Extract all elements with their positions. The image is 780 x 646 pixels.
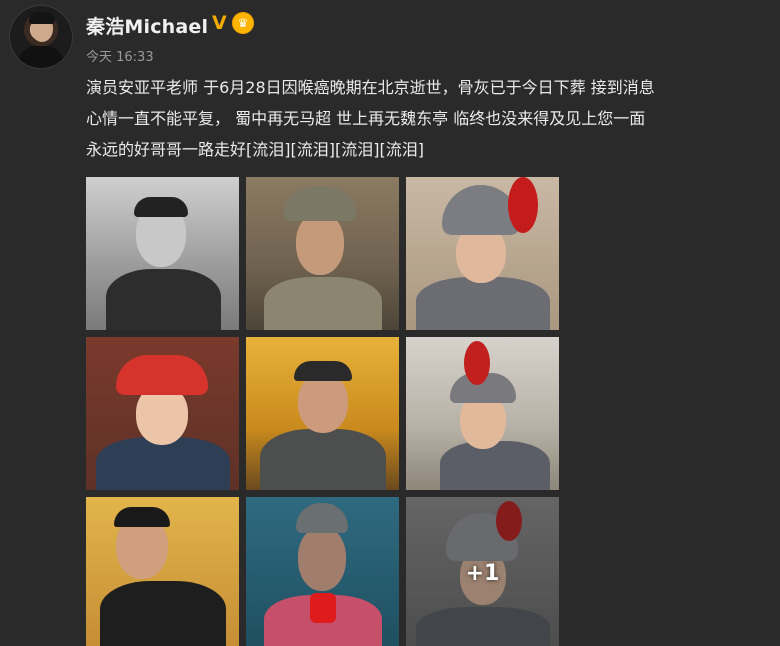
photo-5[interactable] <box>246 337 399 490</box>
avatar[interactable] <box>10 6 72 68</box>
photo-7[interactable] <box>86 497 239 646</box>
post-text-line: 心情一直不能平复， 蜀中再无马超 世上再无魏东亭 临终也没来得及见上您一面 <box>86 109 646 128</box>
photo-1[interactable] <box>86 177 239 330</box>
weibo-post: 秦浩Michael V ♛ 今天 16:33 演员安亚平老师 于6月28日因喉癌… <box>0 0 780 646</box>
photo-6[interactable] <box>406 337 559 490</box>
post-text-line: 演员安亚平老师 于6月28日因喉癌晚期在北京逝世，骨灰已于今日下葬 接到消息 <box>86 78 655 97</box>
photo-3[interactable] <box>406 177 559 330</box>
verified-icon: V <box>212 12 227 34</box>
photo-8[interactable] <box>246 497 399 646</box>
crown-icon: ♛ <box>232 12 254 34</box>
avatar-shirt <box>18 46 64 68</box>
post-text-line: 永远的好哥哥一路走好[流泪][流泪][流泪][流泪] <box>86 140 424 159</box>
photo-4[interactable] <box>86 337 239 490</box>
post-timestamp[interactable]: 今天 16:33 <box>86 46 154 65</box>
username[interactable]: 秦浩Michael <box>86 12 208 39</box>
post-text: 演员安亚平老师 于6月28日因喉癌晚期在北京逝世，骨灰已于今日下葬 接到消息 心… <box>86 72 776 165</box>
more-photos-count[interactable]: +1 <box>406 497 559 646</box>
photo-2[interactable] <box>246 177 399 330</box>
avatar-hair <box>29 12 55 24</box>
photo-9[interactable]: +1 <box>406 497 559 646</box>
